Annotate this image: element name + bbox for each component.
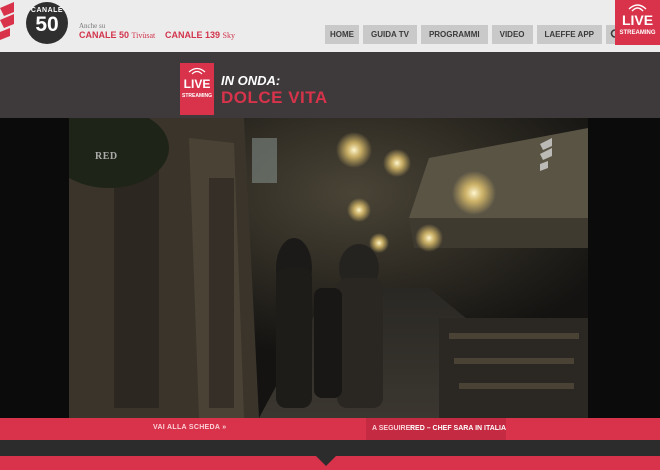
channel-sky: CANALE 139 Sky <box>165 30 235 40</box>
vai-alla-scheda-link[interactable]: VAI ALLA SCHEDA » <box>153 424 226 431</box>
channel-platform: Sky <box>222 31 235 40</box>
scroll-down-arrow-icon[interactable] <box>316 456 336 466</box>
current-show-title: DOLCE VITA <box>221 88 328 107</box>
main-nav: HOME GUIDA TV PROGRAMMI VIDEO LAEFFE APP <box>325 25 626 44</box>
streaming-label: STREAMING <box>182 93 212 99</box>
next-show-title: RED – CHEF SARA IN ITALIA <box>410 425 507 432</box>
in-onda-label: IN ONDA: <box>221 73 281 88</box>
live-label: LIVE <box>621 12 654 28</box>
nav-home[interactable]: HOME <box>325 25 359 44</box>
video-frame <box>69 118 588 418</box>
streaming-label: STREAMING <box>619 30 656 36</box>
nav-laeffe-app[interactable]: LAEFFE APP <box>536 25 602 44</box>
schedule-bar: VAI ALLA SCHEDA » A SEGUIRE: RED – CHEF … <box>0 418 660 440</box>
site-header: CANALE 50 Anche su CANALE 50 Tivùsat CAN… <box>0 0 660 52</box>
la-logo-icon[interactable] <box>0 2 22 46</box>
badge-number: 50 <box>35 13 59 36</box>
channel-tivusat: CANALE 50 Tivùsat <box>79 30 155 40</box>
channel-name: CANALE 50 <box>79 30 130 40</box>
channel-corner-mark: RED <box>95 151 118 162</box>
video-player[interactable] <box>69 118 588 418</box>
live-label: LIVE <box>183 77 211 91</box>
canale-50-badge[interactable]: CANALE 50 <box>26 2 68 44</box>
a-seguire-label: A SEGUIRE: <box>372 425 413 432</box>
live-streaming-button[interactable]: LIVE STREAMING <box>615 0 660 45</box>
la-watermark-icon <box>540 138 552 171</box>
live-wave-icon <box>188 67 206 75</box>
live-streaming-logo: LIVE STREAMING <box>180 63 214 115</box>
nav-programmi[interactable]: PROGRAMMI <box>420 25 488 44</box>
now-playing-band: LIVE STREAMING IN ONDA: DOLCE VITA <box>0 52 660 118</box>
up-next-box[interactable]: A SEGUIRE: RED – CHEF SARA IN ITALIA <box>366 418 506 440</box>
nav-guida-tv[interactable]: GUIDA TV <box>363 25 417 44</box>
channel-name: CANALE 139 <box>165 30 221 40</box>
anche-su-label: Anche su <box>79 22 106 30</box>
nav-video[interactable]: VIDEO <box>491 25 533 44</box>
channel-platform: Tivùsat <box>131 31 156 40</box>
